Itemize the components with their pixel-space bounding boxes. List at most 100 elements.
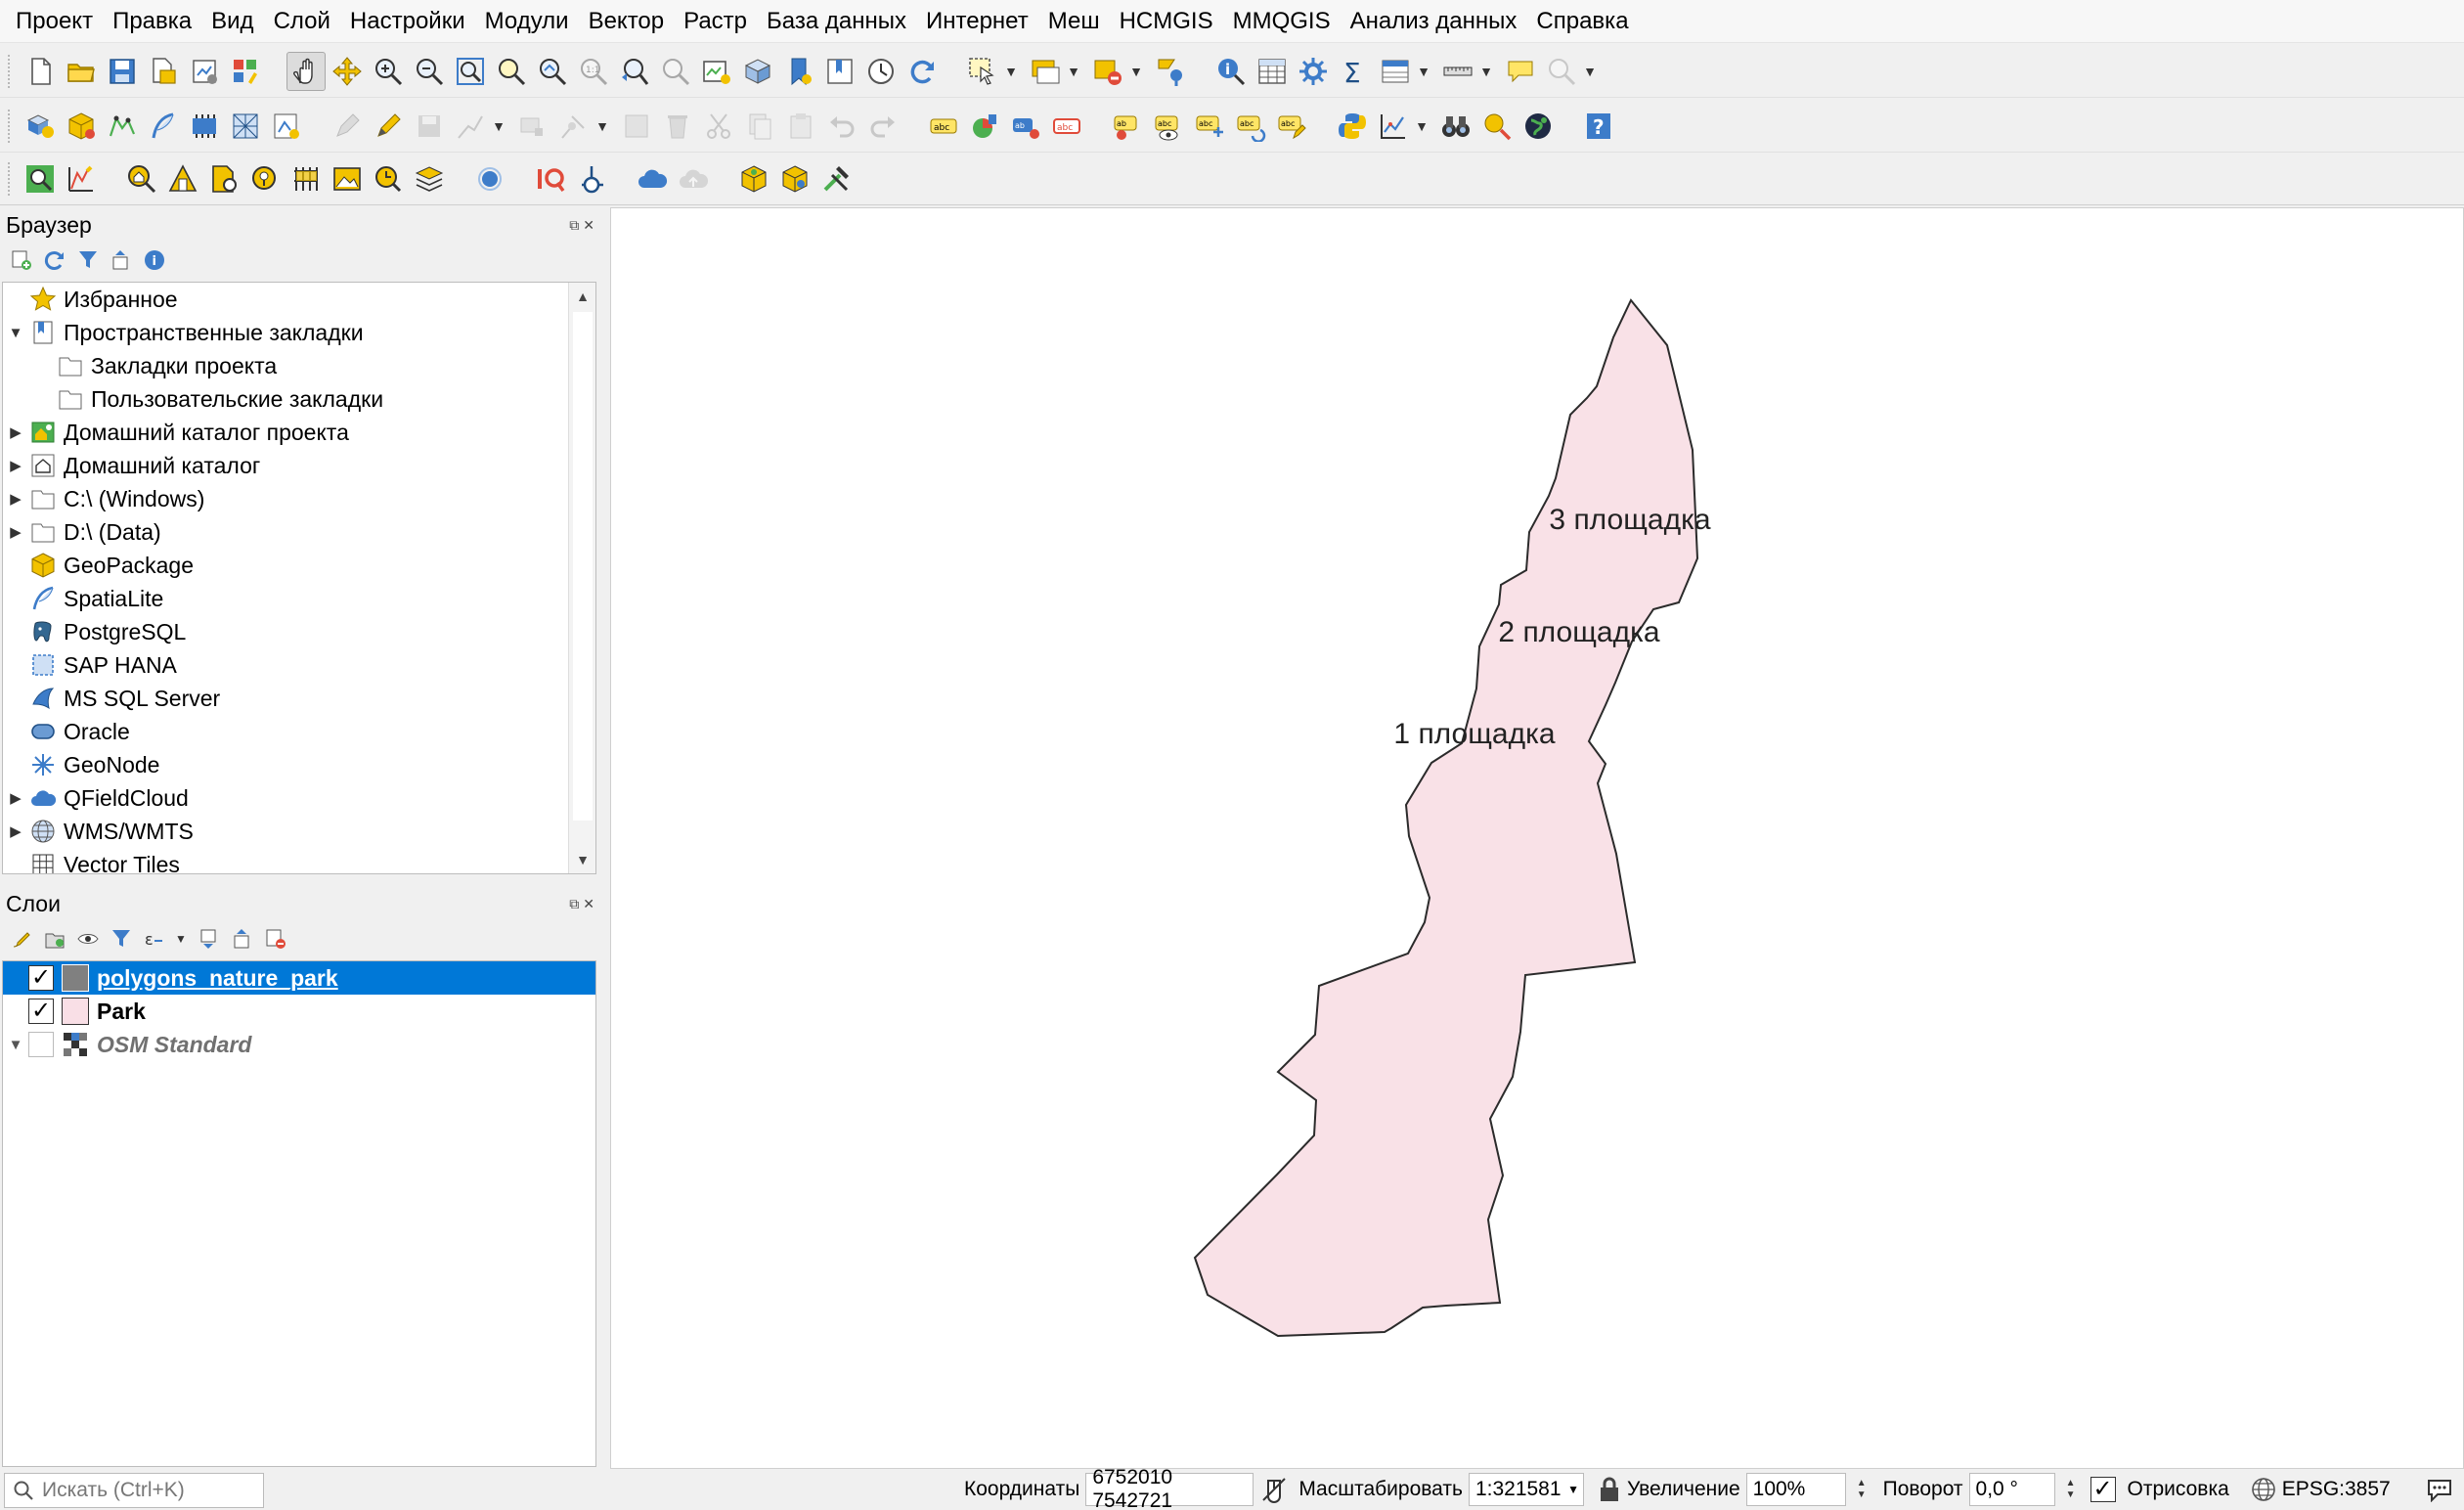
deselect-dropdown-arrow[interactable]: ▼ xyxy=(1128,52,1144,91)
magnifier-spinner[interactable]: ▲ ▼ xyxy=(1852,1473,1871,1506)
vertex-tool-icon[interactable] xyxy=(513,107,552,146)
geocode-home-icon[interactable] xyxy=(122,159,161,199)
zoom-last-icon[interactable] xyxy=(615,52,654,91)
menu-item[interactable]: Слой xyxy=(264,0,340,43)
toolbar-grip[interactable] xyxy=(8,109,14,143)
geocode-point-icon[interactable] xyxy=(245,159,285,199)
layer-visibility-checkbox[interactable]: ✓ xyxy=(28,965,54,991)
map-canvas[interactable]: 3 площадка 2 площадка 1 площадка xyxy=(610,207,2464,1469)
highlight-pinned-labels-icon[interactable]: ab xyxy=(1006,107,1045,146)
layer-labeling-icon[interactable]: abc xyxy=(924,107,963,146)
expand-arrow-icon[interactable]: ▶ xyxy=(3,457,28,474)
messages-icon[interactable] xyxy=(2426,1477,2453,1502)
select-dropdown-arrow[interactable]: ▼ xyxy=(1003,52,1019,91)
network-tool-icon[interactable] xyxy=(163,159,202,199)
geocode-layer-icon[interactable] xyxy=(204,159,243,199)
data-source-manager-icon[interactable] xyxy=(21,107,60,146)
cloud-sync-icon[interactable] xyxy=(633,159,672,199)
new-temporary-layer-icon[interactable] xyxy=(267,107,306,146)
float-panel-icon[interactable]: ⧉ xyxy=(569,217,579,234)
print-layout-icon[interactable] xyxy=(185,52,224,91)
menu-item[interactable]: Настройки xyxy=(340,0,475,43)
refresh-icon[interactable] xyxy=(41,246,68,274)
table-dropdown-arrow[interactable]: ▼ xyxy=(1416,52,1431,91)
zoom-to-layer-icon[interactable] xyxy=(533,52,572,91)
show-hide-labels-icon[interactable]: abc xyxy=(1149,107,1188,146)
browser-item[interactable]: MS SQL Server xyxy=(3,682,595,715)
plot-dropdown-arrow[interactable]: ▼ xyxy=(1414,107,1430,146)
expand-arrow-icon[interactable]: ▶ xyxy=(3,423,28,441)
coordinates-field[interactable]: 6752010 7542721 xyxy=(1085,1466,1254,1510)
layer-visibility-checkbox[interactable]: ✓ xyxy=(28,999,54,1024)
scroll-down-arrow[interactable]: ▼ xyxy=(569,846,595,873)
change-label-icon[interactable]: abc xyxy=(1272,107,1311,146)
browser-item[interactable]: GeoPackage xyxy=(3,549,595,582)
browser-item[interactable]: SAP HANA xyxy=(3,648,595,682)
expression-dropdown-arrow[interactable]: ▼ xyxy=(174,925,188,953)
attribute-table-icon[interactable] xyxy=(1253,52,1292,91)
expand-arrow-icon[interactable]: ▶ xyxy=(3,523,28,541)
package-sync-icon[interactable] xyxy=(775,159,814,199)
manage-visibility-eye-icon[interactable] xyxy=(74,925,102,953)
crs-button[interactable]: EPSG:3857 xyxy=(2282,1478,2391,1501)
menu-item[interactable]: Вид xyxy=(201,0,263,43)
rotate-label-icon[interactable]: abc xyxy=(1231,107,1270,146)
new-virtual-layer-icon[interactable] xyxy=(185,107,224,146)
style-manager-icon[interactable] xyxy=(226,52,265,91)
browser-item[interactable]: Oracle xyxy=(3,715,595,748)
menu-item[interactable]: Справка xyxy=(1526,0,1638,43)
browser-item[interactable]: Vector Tiles xyxy=(3,848,595,873)
collapse-all-icon[interactable] xyxy=(108,246,135,274)
python-console-icon[interactable] xyxy=(1333,107,1372,146)
browser-item[interactable]: ▶ WMS/WMTS xyxy=(3,815,595,848)
browser-item[interactable]: Пользовательские закладки xyxy=(3,382,595,416)
open-project-icon[interactable] xyxy=(62,52,101,91)
browser-item[interactable]: ▼ Пространственные закладки xyxy=(3,316,595,349)
scroll-up-arrow[interactable]: ▲ xyxy=(569,283,595,310)
float-panel-icon[interactable]: ⧉ xyxy=(569,896,579,912)
pan-to-selection-icon[interactable] xyxy=(328,52,367,91)
digitize-icon[interactable] xyxy=(451,107,490,146)
modify-dropdown-arrow[interactable]: ▼ xyxy=(594,107,610,146)
data-plotly-icon[interactable] xyxy=(1374,107,1413,146)
filter-legend-icon[interactable] xyxy=(108,925,135,953)
open-table-icon[interactable] xyxy=(1376,52,1415,91)
digitize-plugin-icon[interactable] xyxy=(62,159,101,199)
temporal-controller-icon[interactable] xyxy=(861,52,901,91)
save-project-icon[interactable] xyxy=(103,52,142,91)
geocode-fence-icon[interactable] xyxy=(286,159,326,199)
new-mesh-layer-icon[interactable] xyxy=(226,107,265,146)
digitize-dropdown-arrow[interactable]: ▼ xyxy=(491,107,506,146)
properties-info-icon[interactable]: i xyxy=(141,246,168,274)
show-bookmarks-icon[interactable] xyxy=(820,52,859,91)
select-location-icon[interactable] xyxy=(1151,52,1190,91)
statistics-sigma-icon[interactable]: Σ xyxy=(1335,52,1374,91)
rotation-field[interactable]: 0,0 ° xyxy=(1968,1473,2055,1506)
geocode-image-icon[interactable] xyxy=(328,159,367,199)
geocode-clock-icon[interactable] xyxy=(369,159,408,199)
new-project-icon[interactable] xyxy=(21,52,60,91)
iq-plugin-icon[interactable] xyxy=(531,159,570,199)
zoom-annotation-icon[interactable] xyxy=(1542,52,1581,91)
new-3d-map-icon[interactable] xyxy=(738,52,777,91)
modify-attributes-icon[interactable] xyxy=(554,107,594,146)
lock-scale-icon[interactable] xyxy=(1598,1475,1621,1504)
rotation-spinner[interactable]: ▲ ▼ xyxy=(2061,1473,2081,1506)
menu-item[interactable]: Модули xyxy=(475,0,579,43)
browser-tree[interactable]: Избранное ▼ Пространственные закладки Закла… xyxy=(2,282,596,874)
processing-toolbox-icon[interactable] xyxy=(1294,52,1333,91)
park-polygon[interactable] xyxy=(1193,298,1699,1338)
save-edits-icon[interactable] xyxy=(410,107,449,146)
add-group-icon[interactable] xyxy=(41,925,68,953)
browser-item[interactable]: ▶ C:\ (Windows) xyxy=(3,482,595,515)
browser-scrollbar[interactable]: ▲ ▼ xyxy=(568,283,595,873)
zoom-in-icon[interactable] xyxy=(369,52,408,91)
zoom-native-icon[interactable]: 1:1 xyxy=(574,52,613,91)
layers-tree[interactable]: ✓ polygons_nature_park ✓ Park ▼ OSM Standard xyxy=(2,960,596,1467)
menu-item[interactable]: База данных xyxy=(757,0,916,43)
browser-item[interactable]: ▶ QFieldCloud xyxy=(3,781,595,815)
measure-dropdown-arrow[interactable]: ▼ xyxy=(1478,52,1494,91)
toggle-extents-mouse-icon[interactable] xyxy=(1259,1475,1289,1504)
package-box-icon[interactable] xyxy=(734,159,773,199)
route-node-icon[interactable] xyxy=(572,159,611,199)
